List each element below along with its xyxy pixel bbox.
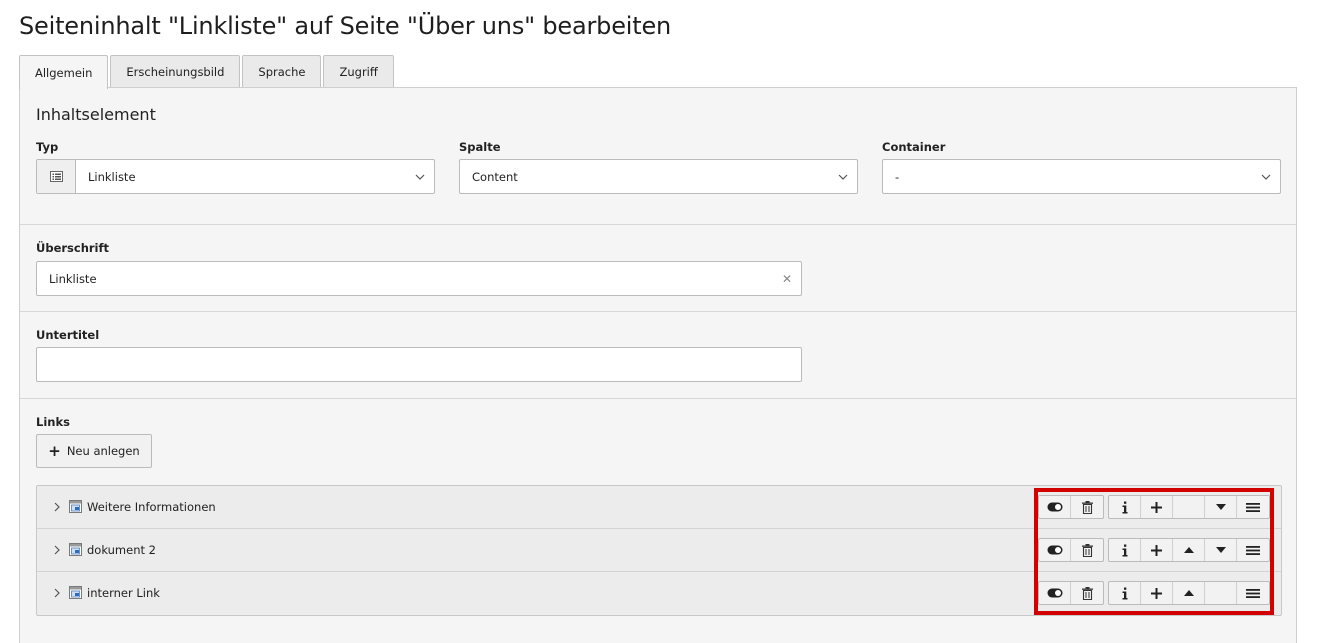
header-label: Überschrift [36,241,110,255]
plus-icon[interactable] [1141,539,1173,561]
trash-icon[interactable] [1071,496,1103,518]
toggle-visibility-icon[interactable] [1039,496,1071,518]
drag-handle-icon[interactable] [1237,539,1269,561]
new-record-button[interactable]: + Neu anlegen [36,434,152,468]
spalte-select[interactable]: Content [459,159,858,194]
drag-handle-icon[interactable] [1237,582,1269,604]
chevron-down-icon [406,160,434,193]
record-controls [1038,538,1270,562]
tab-sprache[interactable]: Sprache [242,55,322,88]
section-content-element: Inhaltselement Typ Linkliste Spalte Cont… [20,88,1296,225]
record-controls [1038,495,1270,519]
arrow-up-icon[interactable] [1173,539,1205,561]
plus-icon[interactable] [1141,496,1173,518]
typ-label: Typ [36,140,59,154]
toggle-visibility-icon[interactable] [1039,582,1071,604]
tab-allgemein[interactable]: Allgemein [19,55,109,89]
arrow-down-icon[interactable] [1205,496,1237,518]
chevron-down-icon [1252,160,1280,193]
link-record-title: dokument 2 [87,543,156,557]
container-label: Container [882,140,946,154]
typ-select[interactable]: Linkliste [36,159,435,194]
link-record-title: Weitere Informationen [87,500,216,514]
drag-handle-icon[interactable] [1237,496,1269,518]
move-up-placeholder [1173,496,1205,518]
record-controls [1038,581,1270,605]
typ-value: Linkliste [88,169,136,184]
spalte-label: Spalte [459,140,501,154]
info-icon[interactable] [1109,582,1141,604]
tab-erscheinungsbild[interactable]: Erscheinungsbild [110,55,241,88]
link-record[interactable]: dokument 2 [37,529,1281,572]
record-icon [69,543,82,556]
chevron-down-icon [829,160,857,193]
form-panel: Inhaltselement Typ Linkliste Spalte Cont… [19,87,1297,643]
chevron-right-icon[interactable] [51,543,63,557]
toggle-visibility-icon[interactable] [1039,539,1071,561]
link-record[interactable]: Weitere Informationen [37,486,1281,529]
link-records: Weitere Informationen dokument 2 interne… [36,485,1282,616]
trash-icon[interactable] [1071,582,1103,604]
container-select[interactable]: - [882,159,1281,194]
info-icon[interactable] [1109,496,1141,518]
info-icon[interactable] [1109,539,1141,561]
spalte-value: Content [472,169,518,184]
link-record[interactable]: interner Link [37,572,1281,615]
list-icon [37,160,76,193]
page-title: Seiteninhalt "Linkliste" auf Seite "Über… [19,12,672,40]
chevron-right-icon[interactable] [51,500,63,514]
arrow-up-icon[interactable] [1173,582,1205,604]
record-icon [69,586,82,599]
section-subheader: Untertitel [20,312,1296,399]
plus-icon[interactable] [1141,582,1173,604]
subheader-label: Untertitel [36,328,100,342]
chevron-right-icon[interactable] [51,586,63,600]
move-down-placeholder [1205,582,1237,604]
header-input[interactable]: Linkliste ✕ [36,261,802,296]
subheader-input[interactable] [36,347,802,382]
section-heading: Inhaltselement [36,105,156,124]
trash-icon[interactable] [1071,539,1103,561]
plus-icon: + [48,441,61,460]
tab-bar: Allgemein Erscheinungsbild Sprache Zugri… [19,55,394,89]
header-value: Linkliste [49,271,97,286]
section-header: Überschrift Linkliste ✕ [20,225,1296,312]
arrow-down-icon[interactable] [1205,539,1237,561]
tab-zugriff[interactable]: Zugriff [323,55,394,88]
clear-icon[interactable]: ✕ [773,272,801,286]
new-record-label: Neu anlegen [66,444,140,458]
links-label: Links [36,415,70,429]
container-value: - [895,169,900,184]
record-icon [69,500,82,513]
link-record-title: interner Link [87,586,160,600]
